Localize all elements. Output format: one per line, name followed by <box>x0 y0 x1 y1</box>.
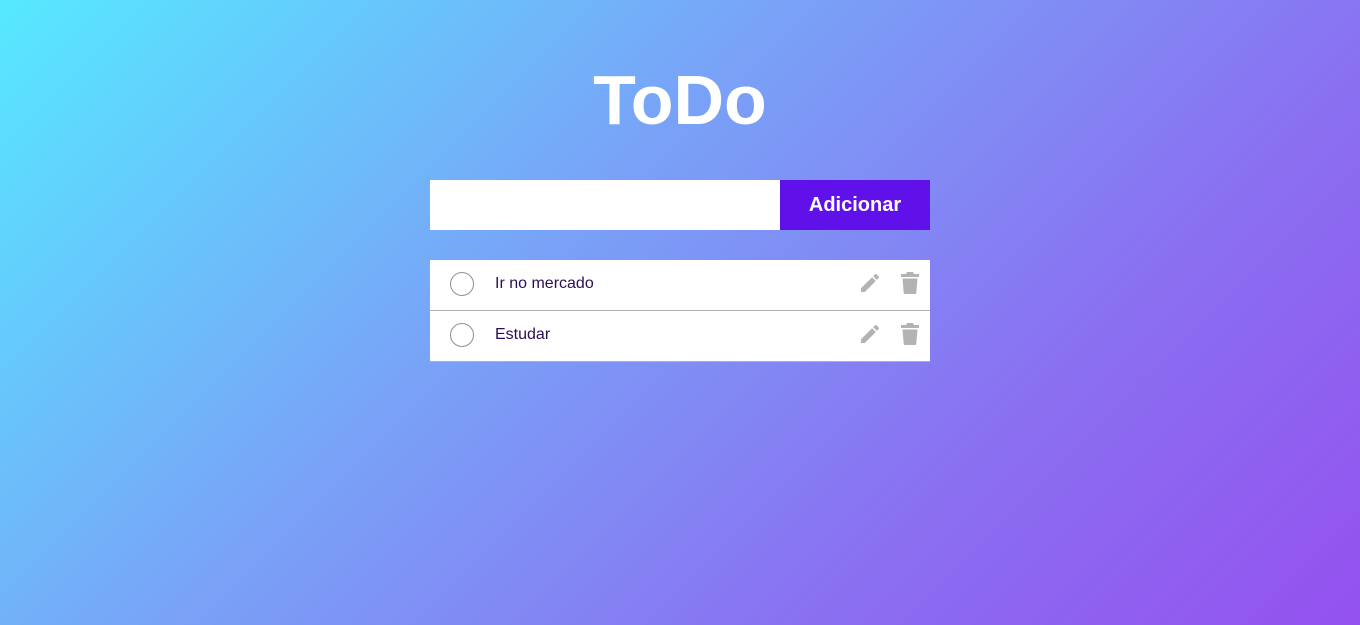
circle-checkbox-icon[interactable] <box>450 323 474 347</box>
pencil-icon[interactable] <box>858 271 882 295</box>
task-list: Ir no mercado Estudar <box>430 260 930 362</box>
pencil-icon[interactable] <box>858 322 882 346</box>
task-input[interactable] <box>430 180 780 230</box>
task-text: Estudar <box>495 326 551 343</box>
trash-icon[interactable] <box>898 322 922 346</box>
task-item: Ir no mercado <box>430 260 930 311</box>
app-title: ToDo <box>593 61 767 139</box>
circle-checkbox-icon[interactable] <box>450 272 474 296</box>
add-task-form: Adicionar <box>430 180 930 230</box>
todo-app: ToDo Adicionar Ir no mercado Estudar <box>0 0 1360 625</box>
trash-icon[interactable] <box>898 271 922 295</box>
add-button[interactable]: Adicionar <box>780 180 930 230</box>
task-item: Estudar <box>430 311 930 362</box>
task-text: Ir no mercado <box>495 275 594 292</box>
